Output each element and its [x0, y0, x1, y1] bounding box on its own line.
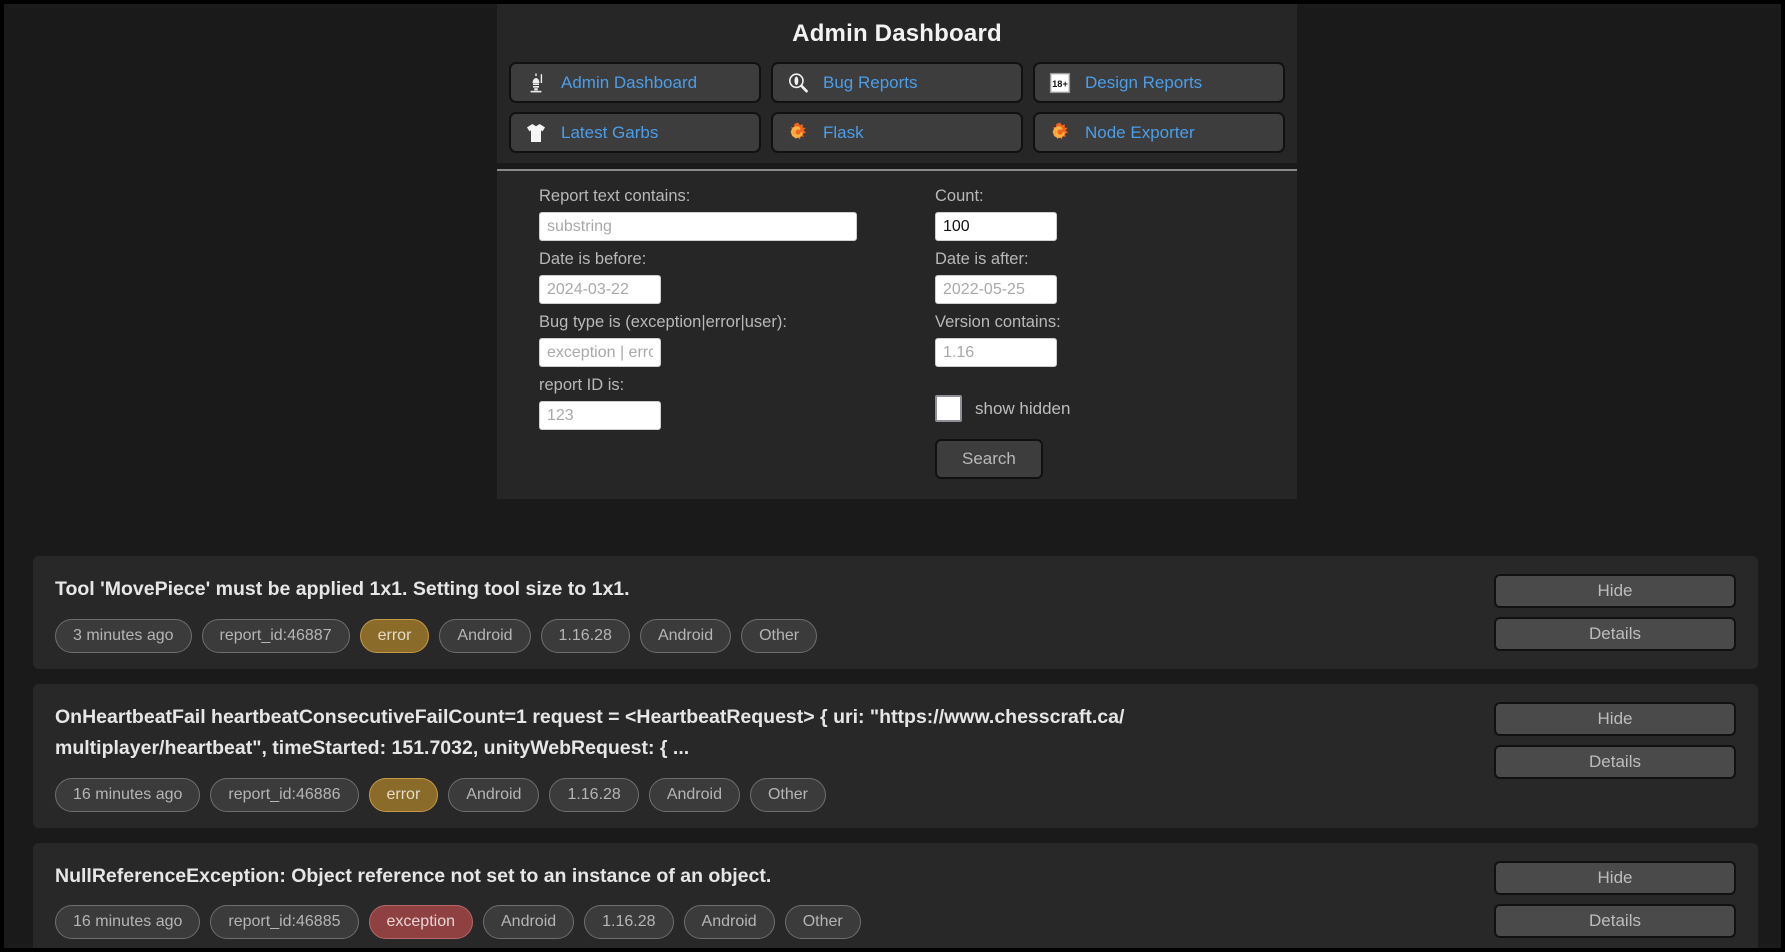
flask-swirl-icon — [1047, 120, 1073, 146]
nav-button-latest-garbs[interactable]: Latest Garbs — [509, 112, 761, 153]
nav-label: Design Reports — [1085, 72, 1203, 92]
report-tag: Android — [639, 618, 732, 653]
field-label: Count: — [935, 187, 984, 205]
report-tag: exception — [368, 905, 473, 940]
report-actions: Hide Details — [1494, 574, 1736, 651]
report-tag: Android — [439, 618, 531, 653]
details-button[interactable]: Details — [1494, 903, 1736, 938]
report-tag: Android — [648, 777, 740, 812]
report-tag: Other — [749, 777, 826, 812]
count-input[interactable] — [935, 212, 1057, 241]
report-card: Tool 'MovePiece' must be applied 1x1. Se… — [33, 556, 1758, 669]
nav-label: Latest Garbs — [561, 122, 659, 142]
report-tag-row: 16 minutes ago report_id:46885 exception An… — [55, 905, 1736, 940]
report-tag-row: 16 minutes ago report_id:46886 error Androi… — [55, 777, 1736, 812]
report-tag: Android — [483, 905, 575, 940]
show-hidden-row: show hidden — [935, 395, 1257, 422]
page-title: Admin Dashboard — [792, 20, 1002, 47]
nav-label: Node Exporter — [1085, 122, 1195, 142]
report-tag: 16 minutes ago — [55, 777, 201, 812]
field-version: Version contains: — [935, 313, 1257, 367]
report-tag: Android — [448, 777, 540, 812]
primary-navigation: Admin Dashboard Bug Reports 18+ Design R… — [509, 62, 1285, 163]
hide-button[interactable]: Hide — [1494, 860, 1736, 895]
bug-type-input[interactable] — [539, 338, 661, 367]
field-report-text: Report text contains: — [539, 187, 935, 241]
tshirt-icon — [523, 120, 549, 146]
nav-button-node-exporter[interactable]: Node Exporter — [1033, 112, 1285, 153]
field-report-id: report ID is: — [539, 376, 935, 430]
field-label: Date is after: — [935, 250, 1029, 268]
hide-button[interactable]: Hide — [1494, 574, 1736, 608]
report-tag: report_id:46887 — [201, 618, 350, 653]
details-button[interactable]: Details — [1494, 617, 1736, 651]
field-label: Date is before: — [539, 250, 647, 268]
show-hidden-label: show hidden — [975, 398, 1071, 418]
report-card: NullReferenceException: Object reference… — [33, 842, 1758, 948]
report-card: OnHeartbeatFail heartbeatConsecutiveFail… — [33, 683, 1758, 828]
nav-button-flask[interactable]: Flask — [771, 112, 1023, 153]
nav-button-design-reports[interactable]: 18+ Design Reports — [1033, 62, 1285, 103]
report-tag: 16 minutes ago — [55, 905, 201, 940]
field-bug-type: Bug type is (exception|error|user): — [539, 313, 935, 367]
report-tag: Other — [741, 618, 818, 653]
field-label: Version contains: — [935, 313, 1061, 331]
svg-text:18+: 18+ — [1052, 79, 1068, 89]
report-tag: 1.16.28 — [540, 618, 630, 653]
search-button[interactable]: Search — [935, 439, 1043, 479]
report-tag: Android — [683, 905, 775, 940]
report-tag: Other — [784, 905, 861, 940]
report-id-input[interactable] — [539, 401, 661, 430]
report-tag-row: 3 minutes ago report_id:46887 error Android… — [55, 618, 1736, 653]
nav-button-admin-dashboard[interactable]: Admin Dashboard — [509, 62, 761, 103]
nav-label: Flask — [823, 122, 864, 142]
header-panel: Admin Dashboard Admin Dashboard Bug Repo… — [497, 4, 1297, 163]
search-filter-panel: Report text contains: Date is before: Bu… — [497, 169, 1297, 499]
report-tag: report_id:46886 — [210, 777, 359, 812]
admin-dashboard-page: Admin Dashboard Admin Dashboard Bug Repo… — [0, 0, 1785, 952]
report-title: NullReferenceException: Object reference… — [55, 864, 772, 887]
show-hidden-checkbox[interactable] — [935, 395, 962, 422]
flask-swirl-icon — [785, 120, 811, 146]
field-date-after: Date is after: — [935, 250, 1257, 304]
report-tag: report_id:46885 — [210, 905, 359, 940]
report-tag: error — [359, 618, 430, 653]
field-count: Count: — [935, 187, 1257, 241]
report-tag: 3 minutes ago — [55, 618, 192, 653]
field-date-before: Date is before: — [539, 250, 935, 304]
field-label: Bug type is (exception|error|user): — [539, 313, 787, 331]
report-tag: 1.16.28 — [549, 777, 639, 812]
report-tag: error — [368, 777, 439, 812]
date-after-input[interactable] — [935, 275, 1057, 304]
version-input[interactable] — [935, 338, 1057, 367]
date-before-input[interactable] — [539, 275, 661, 304]
nav-button-bug-reports[interactable]: Bug Reports — [771, 62, 1023, 103]
report-text-input[interactable] — [539, 212, 857, 241]
report-title: OnHeartbeatFail heartbeatConsecutiveFail… — [55, 705, 1125, 760]
field-label: Report text contains: — [539, 187, 691, 205]
report-tag: 1.16.28 — [584, 905, 674, 940]
eighteen-plus-icon: 18+ — [1047, 70, 1073, 96]
lamp-icon — [523, 70, 549, 96]
details-button[interactable]: Details — [1494, 744, 1736, 779]
magnifier-bug-icon — [785, 70, 811, 96]
report-list: Tool 'MovePiece' must be applied 1x1. Se… — [33, 556, 1758, 948]
report-title: Tool 'MovePiece' must be applied 1x1. Se… — [55, 578, 630, 600]
report-actions: Hide Details — [1494, 701, 1736, 779]
nav-label: Admin Dashboard — [561, 72, 698, 92]
report-actions: Hide Details — [1494, 860, 1736, 938]
nav-label: Bug Reports — [823, 72, 918, 92]
hide-button[interactable]: Hide — [1494, 701, 1736, 736]
field-label: report ID is: — [539, 376, 625, 394]
